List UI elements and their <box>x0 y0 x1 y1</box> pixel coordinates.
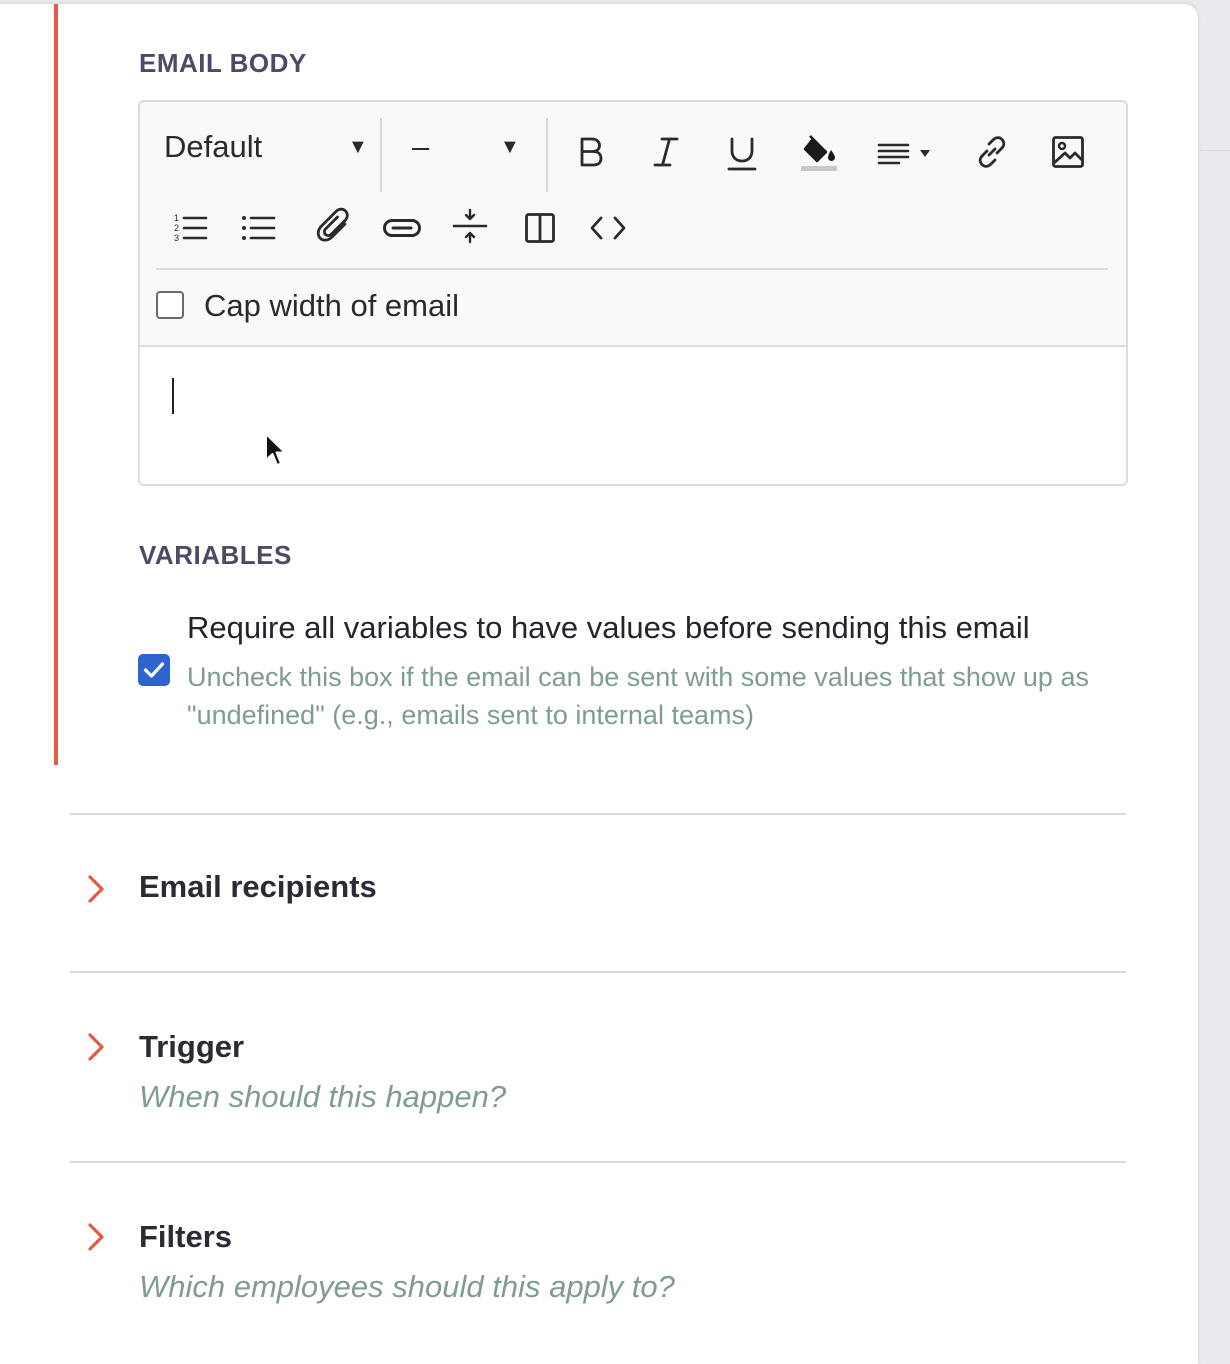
chevron-down-icon: ▼ <box>348 135 368 158</box>
image-button[interactable] <box>1046 130 1090 174</box>
align-icon <box>877 143 930 165</box>
bold-icon <box>580 137 603 167</box>
fill-color-icon <box>801 135 837 171</box>
rich-text-editor: Default ▼ – ▼ 1 2 3 Cap width of email <box>138 100 1128 486</box>
require-variables-help: Uncheck this box if the email can be sen… <box>187 662 1089 730</box>
button-icon <box>383 219 421 237</box>
require-variables-checkbox[interactable] <box>138 654 170 686</box>
checkmark-icon <box>143 662 165 678</box>
divider-button[interactable] <box>448 204 492 248</box>
ordered-list-button[interactable]: 1 2 3 <box>168 206 212 250</box>
bullet-list-button[interactable] <box>236 206 280 250</box>
chevron-right-icon <box>88 875 104 903</box>
code-button[interactable] <box>586 206 630 250</box>
accordion-title: Email recipients <box>139 869 377 904</box>
chevron-down-icon: ▼ <box>500 135 520 158</box>
active-section-indicator <box>54 4 58 765</box>
ordered-list-icon: 1 2 3 <box>174 213 208 243</box>
bold-button[interactable] <box>568 130 612 174</box>
svg-text:1: 1 <box>174 213 179 223</box>
text-style-select[interactable]: Default ▼ <box>164 120 380 174</box>
image-icon <box>1052 136 1084 168</box>
attachment-icon <box>316 207 349 242</box>
cap-width-checkbox[interactable] <box>156 291 184 319</box>
divider-icon <box>452 208 488 244</box>
svg-text:3: 3 <box>174 233 179 243</box>
accordion-email-recipients[interactable]: Email recipients <box>70 815 1126 971</box>
link-icon <box>978 136 1006 168</box>
chevron-right-icon <box>88 1033 104 1061</box>
accordion-filters[interactable]: Filters Which employees should this appl… <box>70 1163 1126 1348</box>
columns-button[interactable] <box>518 206 562 250</box>
cap-width-label[interactable]: Cap width of email <box>204 288 459 324</box>
code-icon <box>590 216 626 240</box>
link-button[interactable] <box>970 130 1014 174</box>
background-divider <box>1198 150 1230 151</box>
accordion-subtitle: When should this happen? <box>139 1079 507 1114</box>
chevron-right-icon <box>88 1223 104 1251</box>
accordion-trigger[interactable]: Trigger When should this happen? <box>70 973 1126 1161</box>
columns-icon <box>525 213 555 243</box>
mouse-pointer-icon <box>265 433 286 466</box>
text-caret <box>172 378 174 414</box>
svg-text:2: 2 <box>174 223 179 233</box>
underline-icon <box>727 137 757 171</box>
require-variables-label[interactable]: Require all variables to have values bef… <box>187 610 1030 646</box>
font-size-value: – <box>412 129 430 164</box>
font-size-select[interactable]: – ▼ <box>412 120 548 174</box>
accordion-title: Filters <box>139 1219 233 1254</box>
accordion-title: Trigger <box>139 1029 245 1064</box>
bullet-list-icon <box>242 216 276 240</box>
insert-button-button[interactable] <box>380 206 424 250</box>
attachment-button[interactable] <box>312 204 356 248</box>
toolbar-divider <box>380 118 382 192</box>
text-style-value: Default <box>164 129 263 164</box>
fill-color-button[interactable] <box>798 130 842 174</box>
italic-button[interactable] <box>644 130 688 174</box>
email-body-label: EMAIL BODY <box>139 48 307 78</box>
underline-button[interactable] <box>720 132 764 176</box>
accordion-subtitle: Which employees should this apply to? <box>139 1269 675 1304</box>
toolbar-divider <box>546 118 548 192</box>
variables-label: VARIABLES <box>139 540 292 570</box>
italic-icon <box>653 137 679 167</box>
editor-toolbar: Default ▼ – ▼ 1 2 3 Cap width of email <box>140 102 1126 347</box>
toolbar-separator <box>156 268 1108 270</box>
align-button[interactable] <box>876 132 936 176</box>
